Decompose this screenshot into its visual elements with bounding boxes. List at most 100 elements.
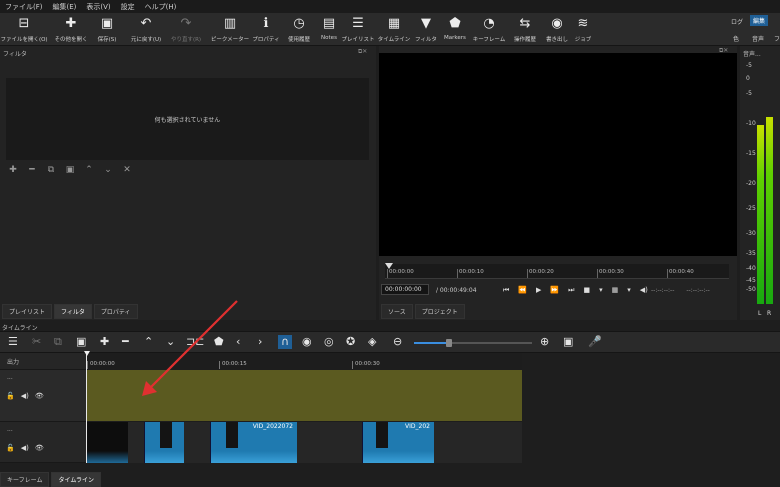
next-marker-icon[interactable]: ›	[258, 335, 262, 349]
track-v1[interactable]: VID_2022072 VID_202	[86, 422, 522, 463]
markers-button[interactable]: ⬟ Markers	[441, 13, 469, 46]
properties-button[interactable]: ℹ プロパティ	[252, 13, 280, 46]
playlist-button[interactable]: ☰ プレイリスト	[342, 13, 375, 46]
undo-button[interactable]: ↶ 元に戻す(U)	[128, 13, 164, 46]
menu-settings[interactable]: 設定	[121, 2, 135, 12]
ripple-icon[interactable]: ◎	[324, 335, 334, 349]
clip[interactable]: VID_202	[362, 422, 434, 463]
clip[interactable]	[144, 422, 184, 463]
layout-more-tab[interactable]: フ	[774, 34, 780, 43]
open-other-button[interactable]: ✚ その他を開く	[52, 13, 90, 46]
zoom-in-icon[interactable]: ⊕	[540, 335, 549, 349]
skip-start-icon[interactable]: ⏮	[503, 286, 509, 295]
zoom-slider[interactable]	[414, 339, 532, 347]
filters-button[interactable]: ▼ フィルタ	[414, 13, 438, 46]
history-button[interactable]: ⇆ 操作履歴	[510, 13, 540, 46]
dock-float-icon[interactable]: ⧉✕	[358, 48, 367, 56]
paste-icon[interactable]: ▣	[76, 335, 86, 349]
scrub-icon[interactable]: ◉	[302, 335, 312, 349]
copy-icon[interactable]: ⧉	[54, 335, 62, 349]
copy-filter-icon[interactable]: ⧉	[46, 165, 56, 175]
fast-forward-icon[interactable]: ⏩	[550, 286, 559, 295]
recent-button[interactable]: ◷ 使用履歴	[284, 13, 314, 46]
filter-list[interactable]: 何も選択されていません	[6, 78, 369, 160]
menu-view[interactable]: 表示(V)	[86, 2, 110, 12]
track-name: ...	[7, 374, 13, 381]
ruler-tick: 00:00:30	[597, 269, 624, 278]
timeline-playhead-marker[interactable]	[84, 351, 90, 356]
marker-icon: ⬟	[449, 16, 461, 31]
play-icon[interactable]: ▶	[536, 286, 541, 295]
mute-icon[interactable]: ◀)	[21, 392, 29, 400]
left-panel-tabs: プレイリスト フィルタ プロパティ	[2, 304, 138, 319]
add-filter-icon[interactable]: ✚	[8, 165, 18, 175]
append-icon[interactable]: ✚	[100, 335, 109, 349]
zoom-fit-icon[interactable]: ▣	[563, 335, 573, 349]
player-playhead[interactable]	[385, 263, 393, 269]
mute-icon[interactable]: ◀)	[21, 444, 29, 452]
timecode-field[interactable]: 00:00:00:00	[381, 284, 429, 295]
layout-audio-tab[interactable]: 音声	[752, 34, 764, 43]
save-button[interactable]: ▣ 保存(S)	[92, 13, 122, 46]
eye-icon[interactable]: 👁	[35, 444, 44, 452]
clip[interactable]: VID_2022072	[210, 422, 297, 463]
track-controls: 🔓 ◀) 👁	[6, 444, 44, 452]
track-header-v1[interactable]: ... 🔓 ◀) 👁	[0, 422, 86, 463]
redo-button[interactable]: ↷ やり直す(R)	[168, 13, 204, 46]
zoom-slider-handle[interactable]	[446, 339, 452, 347]
menu-edit[interactable]: 編集(E)	[53, 2, 77, 12]
eye-icon[interactable]: 👁	[35, 392, 44, 400]
move-down-icon[interactable]: ⌄	[103, 165, 113, 175]
layout-edit-tab[interactable]: 編集	[750, 15, 769, 26]
tab-project[interactable]: プロジェクト	[414, 304, 465, 319]
notes-button[interactable]: ▤ Notes	[318, 13, 340, 46]
tab-playlist[interactable]: プレイリスト	[2, 304, 53, 319]
layout-log-tab[interactable]: ログ	[731, 17, 743, 26]
ripple-markers-icon[interactable]: ◈	[368, 335, 376, 349]
tab-keyframes[interactable]: キーフレーム	[0, 472, 50, 487]
timeline-button[interactable]: ▦ タイムライン	[378, 13, 411, 46]
volume-icon[interactable]: ◀)	[640, 286, 648, 295]
open-file-button[interactable]: ⊟ ファイルを開く(O)	[0, 13, 47, 46]
zoom-out-icon[interactable]: ⊖	[393, 335, 402, 349]
track-header-v2[interactable]: ... 🔓 ◀) 👁	[0, 370, 86, 422]
player-ruler[interactable]: 00:00:00 00:00:10 00:00:20 00:00:30 00:0…	[385, 264, 729, 279]
grid-icon[interactable]: ▦	[612, 286, 619, 295]
chevron-down-icon[interactable]: ▾	[627, 286, 631, 295]
lock-icon[interactable]: 🔓	[6, 392, 15, 400]
lock-icon[interactable]: 🔓	[6, 444, 15, 452]
jobs-button[interactable]: ≋ ジョブ	[572, 13, 594, 46]
deselect-icon[interactable]: ✕	[122, 165, 132, 175]
player-panel: ⧉✕ 00:00:00 00:00:10 00:00:20 00:00:30 0…	[379, 46, 737, 320]
paste-filter-icon[interactable]: ▣	[65, 165, 75, 175]
meter-label: -10	[746, 120, 756, 127]
ripple-delete-icon[interactable]: ━	[122, 335, 129, 349]
tab-filters[interactable]: フィルタ	[54, 304, 92, 319]
cut-icon[interactable]: ✂	[32, 335, 41, 349]
tab-source[interactable]: ソース	[381, 304, 413, 319]
keyframes-button[interactable]: ◔ キーフレーム	[472, 13, 506, 46]
timeline-menu-icon[interactable]: ☰	[8, 335, 18, 349]
history-icon: ⇆	[519, 16, 531, 31]
move-up-icon[interactable]: ⌃	[84, 165, 94, 175]
info-icon: ℹ	[263, 16, 269, 31]
video-viewer[interactable]	[379, 53, 737, 256]
remove-filter-icon[interactable]: ━	[27, 165, 37, 175]
menu-help[interactable]: ヘルプ(H)	[145, 2, 177, 12]
chevron-down-icon[interactable]: ▾	[599, 286, 603, 295]
ripple-all-icon[interactable]: ✪	[346, 335, 355, 349]
timeline-playhead[interactable]	[86, 353, 87, 463]
playlist-icon: ☰	[352, 16, 364, 31]
layout-color-tab[interactable]: 色	[733, 34, 739, 43]
clip[interactable]	[86, 422, 128, 463]
filters-panel-title: フィルタ	[3, 51, 27, 58]
peak-meter-button[interactable]: ▥ ピークメーター	[210, 13, 250, 46]
menu-file[interactable]: ファイル(F)	[5, 2, 43, 12]
tab-timeline[interactable]: タイムライン	[51, 472, 102, 487]
skip-end-icon[interactable]: ⏭	[568, 286, 574, 295]
export-button[interactable]: ◉ 書き出し	[543, 13, 571, 46]
record-audio-icon[interactable]: 🎤	[588, 335, 602, 349]
rewind-icon[interactable]: ⏪	[518, 286, 527, 295]
stop-icon[interactable]: ■	[583, 286, 590, 295]
snap-icon[interactable]: ∩	[278, 335, 293, 349]
